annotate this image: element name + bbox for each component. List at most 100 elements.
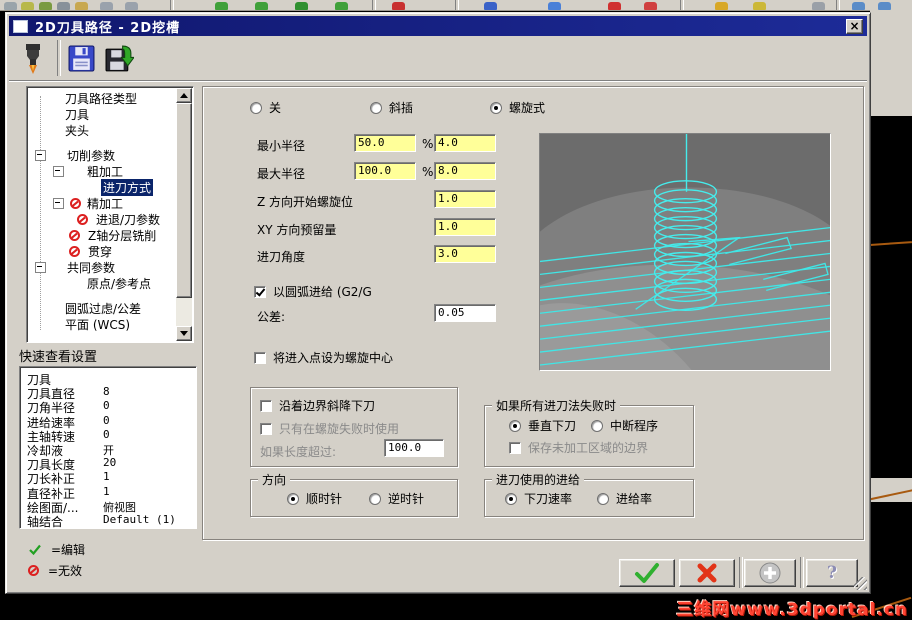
z-start-field[interactable]: 1.0 — [434, 190, 496, 208]
tree-item[interactable]: 刀具 — [29, 106, 175, 122]
radio-label: 螺旋式 — [509, 99, 545, 116]
minus-expander-icon[interactable] — [53, 166, 64, 177]
helix-preview-graphic — [540, 134, 830, 370]
qv-value: 俯视图 — [103, 499, 136, 513]
radio-plunge-rate[interactable]: 下刀速率 — [505, 490, 572, 507]
dialog-2d-toolpath: 2D刀具路径 - 2D挖槽 × — [5, 12, 871, 594]
qv-label: 绘图面/... — [27, 499, 103, 513]
tree-item[interactable]: 夹头 — [29, 122, 175, 138]
toolbar-icon-sliver — [608, 2, 621, 10]
ok-button[interactable] — [619, 559, 675, 587]
tree-item[interactable]: 切削参数 — [29, 147, 175, 163]
toolbar-icon-sliver — [39, 2, 52, 10]
radio-counterclockwise[interactable]: 逆时针 — [369, 490, 424, 507]
dialog-titlebar[interactable]: 2D刀具路径 - 2D挖槽 × — [9, 16, 867, 36]
radio-plunge[interactable]: 垂直下刀 — [509, 417, 576, 434]
qv-label: 直径补正 — [27, 485, 103, 499]
qv-label: 轴结合 — [27, 513, 103, 527]
checkbox-icon — [509, 442, 521, 454]
tree-item[interactable]: 共同参数 — [29, 259, 175, 275]
radio-entry-ramp[interactable]: 斜插 — [370, 99, 413, 116]
tree-item-label: 精加工 — [85, 195, 125, 212]
load-parameters-button[interactable] — [101, 40, 137, 77]
floppy-save-icon — [68, 45, 95, 72]
radio-label: 中断程序 — [610, 417, 658, 434]
green-check-icon — [634, 562, 660, 584]
minus-expander-icon[interactable] — [35, 150, 46, 161]
percent-sign: % — [422, 137, 433, 151]
endmill-tool-icon — [22, 43, 44, 75]
toolbar-icon-sliver — [21, 2, 34, 10]
prohibit-icon — [28, 565, 39, 576]
resize-grip[interactable] — [854, 577, 867, 590]
entry-angle-field[interactable]: 3.0 — [434, 245, 496, 263]
max-radius-percent-field[interactable]: 100.0 — [354, 162, 416, 180]
entry-feed-group: 进刀使用的进给 下刀速率 进给率 — [484, 479, 694, 517]
tolerance-field[interactable]: 0.05 — [434, 304, 496, 322]
toolbar-separator — [836, 0, 840, 10]
tree-item-label: Z轴分层铣削 — [86, 227, 158, 244]
min-radius-percent-field[interactable]: 50.0 — [354, 134, 416, 152]
minus-expander-icon[interactable] — [35, 262, 46, 273]
quickview-row: 进给速率0 — [27, 414, 196, 428]
min-radius-value-field[interactable]: 4.0 — [434, 134, 496, 152]
radio-label: 逆时针 — [388, 490, 424, 507]
tree-item[interactable]: 圆弧过虑/公差 — [29, 300, 175, 316]
checkbox-icon — [260, 400, 272, 412]
helix-fail-only-checkbox[interactable]: 只有在螺旋失败时使用 — [260, 420, 399, 437]
scroll-down-button[interactable] — [176, 326, 192, 341]
tree-item[interactable]: 进退/刀参数 — [29, 211, 175, 227]
radio-clockwise[interactable]: 顺时针 — [287, 490, 342, 507]
radio-entry-helix[interactable]: 螺旋式 — [490, 99, 545, 116]
tree-item[interactable]: 粗加工 — [29, 163, 175, 179]
scrollbar-thumb[interactable] — [176, 103, 192, 298]
qv-value: 0 — [103, 399, 110, 413]
minus-expander-icon[interactable] — [53, 198, 64, 209]
toolbar-icon-sliver — [878, 2, 891, 10]
toolbar-icon-sliver — [335, 2, 348, 10]
entry-point-center-checkbox[interactable]: 将进入点设为螺旋中心 — [254, 349, 393, 366]
entry-feed-group-title: 进刀使用的进给 — [492, 471, 584, 488]
tree-item[interactable]: 刀具路径类型 — [29, 90, 175, 106]
toolbar-separator — [680, 0, 684, 10]
cancel-button[interactable] — [679, 559, 735, 587]
save-boundary-checkbox[interactable]: 保存未加工区域的边界 — [509, 439, 648, 456]
tree-item-label: 进退/刀参数 — [94, 211, 162, 228]
save-parameters-button[interactable] — [63, 40, 99, 77]
tree-item-label: 共同参数 — [65, 259, 117, 276]
tree-item-label: 刀具路径类型 — [63, 90, 139, 107]
window-icon — [13, 20, 28, 33]
length-exceed-field[interactable]: 100.0 — [384, 439, 444, 457]
xy-stock-field[interactable]: 1.0 — [434, 218, 496, 236]
legend-edit-label: =编辑 — [51, 541, 85, 558]
tree-item[interactable]: 精加工 — [29, 195, 175, 211]
tree-item[interactable]: 平面 (WCS) — [29, 316, 175, 332]
quickview-row: 冷却液开 — [27, 442, 196, 456]
apply-button[interactable] — [744, 559, 796, 587]
arc-feed-checkbox[interactable]: 以圆弧进给 (G2/G — [254, 283, 372, 300]
entry-fail-group-title: 如果所有进刀法失败时 — [492, 397, 620, 414]
tolerance-label: 公差: — [257, 308, 285, 325]
close-button[interactable]: × — [846, 19, 863, 34]
toolbar-separator — [170, 0, 174, 10]
tree-scrollbar[interactable] — [176, 88, 192, 341]
tree-item[interactable]: 原点/参考点 — [29, 275, 175, 291]
entry-angle-label: 进刀角度 — [257, 248, 305, 265]
toolbar-icon-sliver — [57, 2, 70, 10]
qv-value: 20 — [103, 456, 116, 470]
tree-item-selected[interactable]: 进刀方式 — [29, 179, 175, 195]
scroll-up-button[interactable] — [176, 88, 192, 103]
app-toolbar[interactable] — [0, 0, 912, 11]
radio-skip[interactable]: 中断程序 — [591, 417, 658, 434]
max-radius-value-field[interactable]: 8.0 — [434, 162, 496, 180]
radio-entry-off[interactable]: 关 — [250, 99, 281, 116]
help-button[interactable]: ? — [806, 559, 858, 587]
tool-display-button[interactable] — [15, 40, 51, 77]
prohibit-icon — [77, 214, 88, 225]
ramp-entry-checkbox[interactable]: 沿着边界斜降下刀 — [260, 397, 375, 414]
radio-feed-rate[interactable]: 进给率 — [597, 490, 652, 507]
tree-item[interactable]: 贯穿 — [29, 243, 175, 259]
tree-item[interactable]: Z轴分层铣削 — [29, 227, 175, 243]
toolbar-icon-sliver — [392, 2, 405, 10]
length-exceed-label: 如果长度超过: — [260, 443, 336, 460]
